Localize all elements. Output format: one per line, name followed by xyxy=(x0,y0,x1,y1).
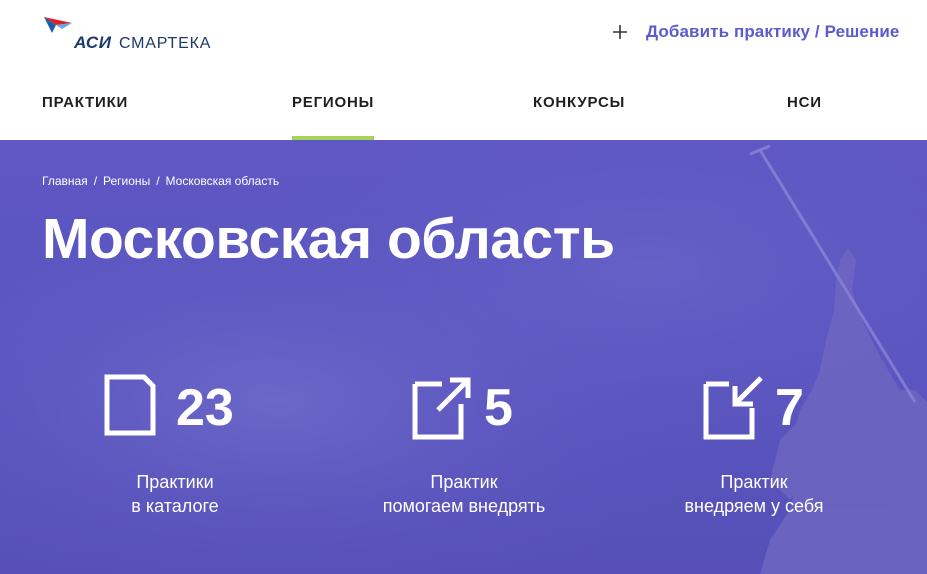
breadcrumb-home[interactable]: Главная xyxy=(42,174,88,188)
nav-item-contests[interactable]: КОНКУРСЫ xyxy=(533,94,625,111)
breadcrumb: Главная / Регионы / Московская область xyxy=(42,174,279,188)
stat-label-line: Практик xyxy=(720,472,788,492)
document-export-icon xyxy=(412,377,471,440)
add-practice-label: Добавить практику / Решение xyxy=(646,22,900,41)
breadcrumb-separator: / xyxy=(156,174,160,188)
plus-icon xyxy=(612,18,630,44)
logo-mark-text: АСИ xyxy=(74,33,112,52)
page-title: Московская область xyxy=(42,207,615,271)
nav-item-nsi[interactable]: НСИ xyxy=(787,94,822,111)
stat-label: Практик внедряем у себя xyxy=(644,470,864,518)
stat-label-line: Практик xyxy=(430,472,498,492)
stat-value: 23 xyxy=(176,379,234,437)
stat-value: 7 xyxy=(775,379,804,437)
nav-item-regions[interactable]: РЕГИОНЫ xyxy=(292,94,375,140)
stat-label: Практик помогаем внедрять xyxy=(354,470,574,518)
logo-arrow-icon xyxy=(44,17,72,33)
stat-label-line: внедряем у себя xyxy=(684,496,824,516)
stat-label-line: помогаем внедрять xyxy=(382,496,546,516)
document-import-icon xyxy=(703,376,763,440)
nav-item-practices[interactable]: ПРАКТИКИ xyxy=(42,94,128,111)
stat-label-line: в каталоге xyxy=(131,496,219,516)
stat-label: Практики в каталоге xyxy=(65,470,285,518)
logo-name-text: СМАРТЕКА xyxy=(119,35,212,52)
breadcrumb-regions[interactable]: Регионы xyxy=(103,174,150,188)
add-practice-link[interactable]: Добавить практику / Решение xyxy=(612,18,899,44)
main-nav: ПРАКТИКИ РЕГИОНЫ КОНКУРСЫ НСИ xyxy=(0,86,927,140)
stat-value: 5 xyxy=(484,379,513,437)
stat-label-line: Практики xyxy=(136,472,214,492)
document-icon xyxy=(104,374,156,436)
region-hero: Главная / Регионы / Московская область М… xyxy=(0,140,927,574)
breadcrumb-separator: / xyxy=(93,174,98,188)
breadcrumb-current: Московская область xyxy=(165,174,280,188)
site-header: АСИ СМАРТЕКА Добавить практику / Решение… xyxy=(0,0,927,140)
